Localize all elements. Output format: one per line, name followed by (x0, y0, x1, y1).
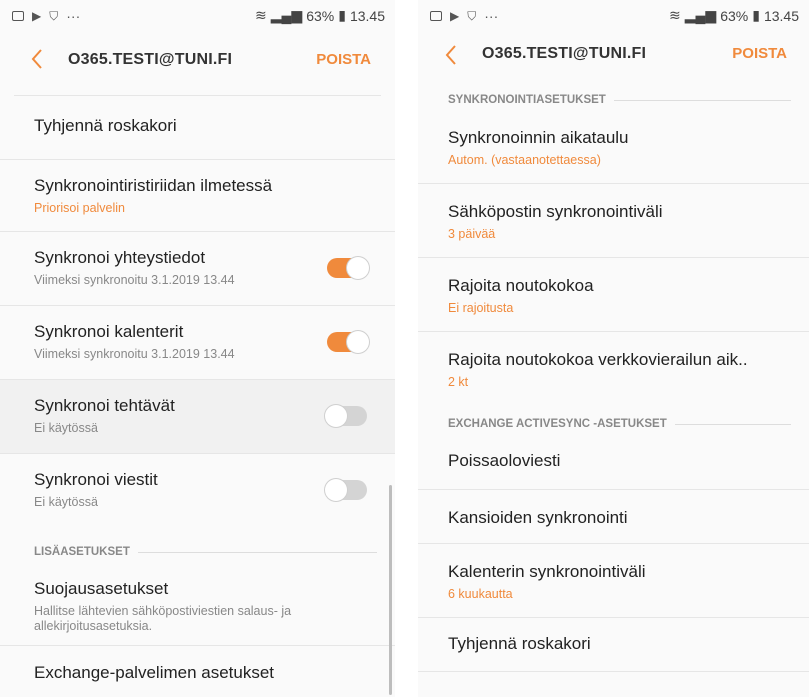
section-title: EXCHANGE ACTIVESYNC -ASETUKSET (448, 418, 667, 430)
item-subtitle: Ei käytössä (34, 421, 98, 435)
security-settings-item[interactable]: Suojausasetukset Hallitse lähtevien sähk… (0, 564, 395, 646)
email-sync-period-item[interactable]: Sähköpostin synkronointiväli 3 päivää (418, 184, 809, 258)
section-header-sync: SYNKRONOINTIASETUKSET (418, 78, 809, 110)
back-arrow-icon[interactable] (444, 44, 462, 66)
right-screen: ▶ ⛉ ··· ≋ ▂▄▆ 63% ▮ 13.45 O365.TESTI@TUN… (418, 0, 809, 697)
item-title: Sähköpostin synkronointiväli (448, 202, 663, 221)
sync-conflict-item[interactable]: Synkronointiristiriidan ilmetessä Priori… (0, 160, 395, 232)
limit-retrieval-size-roaming-item[interactable]: Rajoita noutokokoa verkkovierailun aik..… (418, 332, 809, 404)
item-title: Exchange-palvelimen asetukset (34, 663, 275, 682)
sync-messages-item[interactable]: Synkronoi viestit Ei käytössä (0, 454, 395, 526)
item-title: Kalenterin synkronointiväli (448, 562, 646, 581)
battery-percent: 63% (306, 7, 335, 24)
item-subtitle: Autom. (vastaanotettaessa) (448, 153, 601, 167)
section-title: SYNKRONOINTIASETUKSET (448, 94, 606, 106)
app-bar: O365.TESTI@TUNI.FI POISTA (418, 30, 809, 78)
gallery-icon (430, 11, 442, 21)
signal-icon: ▂▄▆ (270, 7, 303, 23)
shield-icon: ⛉ (49, 8, 59, 23)
play-store-icon: ▶ (32, 9, 42, 23)
gallery-icon (12, 11, 24, 21)
item-title: Tyhjennä roskakori (448, 634, 591, 653)
item-title: Synkronoi kalenterit (34, 322, 184, 341)
clock: 13.45 (763, 7, 799, 24)
item-title: Synkronoi viestit (34, 470, 158, 489)
settings-list: SYNKRONOINTIASETUKSET Synkronoinnin aika… (418, 78, 809, 672)
item-subtitle: Ei käytössä (34, 495, 98, 509)
status-bar: ▶ ⛉ ··· ≋ ▂▄▆ 63% ▮ 13.45 (418, 0, 809, 30)
sync-contacts-toggle[interactable] (327, 257, 369, 279)
wifi-icon: ≋ (255, 7, 267, 23)
item-title: Synkronoi yhteystiedot (34, 248, 206, 267)
play-store-icon: ▶ (450, 9, 460, 23)
item-title: Synkronointiristiriidan ilmetessä (34, 176, 273, 195)
clock: 13.45 (349, 7, 385, 24)
item-subtitle: Priorisoi palvelin (34, 201, 126, 215)
sync-calendars-item[interactable]: Synkronoi kalenterit Viimeksi synkronoit… (0, 306, 395, 380)
exchange-server-settings-item[interactable]: Exchange-palvelimen asetukset (0, 646, 395, 697)
scrollbar[interactable] (389, 485, 392, 695)
section-title: LISÄASETUKSET (34, 546, 130, 558)
item-subtitle: 3 päivää (448, 227, 496, 241)
item-title: Synkronoinnin aikataulu (448, 128, 629, 147)
empty-trash-item[interactable]: Tyhjennä roskakori (418, 618, 809, 672)
item-subtitle: Hallitse lähtevien sähköpostiviestien sa… (34, 604, 292, 633)
item-subtitle: Viimeksi synkronoitu 3.1.2019 13.44 (34, 273, 235, 287)
battery-percent: 63% (720, 7, 749, 24)
empty-trash-item[interactable]: Tyhjennä roskakori (0, 96, 395, 160)
calendar-sync-period-item[interactable]: Kalenterin synkronointiväli 6 kuukautta (418, 544, 809, 618)
folder-sync-item[interactable]: Kansioiden synkronointi (418, 490, 809, 544)
sync-contacts-item[interactable]: Synkronoi yhteystiedot Viimeksi synkrono… (0, 232, 395, 306)
account-title: O365.TESTI@TUNI.FI (68, 51, 233, 68)
delete-account-button[interactable]: POISTA (732, 45, 787, 62)
settings-list: Tyhjennä roskakori Synkronointiristiriid… (0, 88, 395, 697)
item-title: Rajoita noutokokoa (448, 276, 594, 295)
delete-account-button[interactable]: POISTA (316, 51, 371, 68)
back-arrow-icon[interactable] (30, 48, 48, 70)
item-title: Synkronoi tehtävät (34, 396, 175, 415)
battery-icon: ▮ (752, 7, 760, 23)
out-of-office-item[interactable]: Poissaoloviesti (418, 438, 809, 490)
signal-icon: ▂▄▆ (684, 7, 717, 23)
sync-calendars-toggle[interactable] (327, 331, 369, 353)
sync-messages-toggle[interactable] (325, 479, 367, 501)
item-title: Suojausasetukset (34, 579, 169, 598)
sync-tasks-toggle[interactable] (325, 405, 367, 427)
more-notifications: ··· (66, 8, 81, 24)
item-title: Tyhjennä roskakori (34, 116, 177, 135)
account-title: O365.TESTI@TUNI.FI (482, 45, 647, 62)
limit-retrieval-size-item[interactable]: Rajoita noutokokoa Ei rajoitusta (418, 258, 809, 332)
item-title: Poissaoloviesti (448, 451, 561, 470)
wifi-icon: ≋ (669, 7, 681, 23)
item-subtitle: 2 kt (448, 375, 469, 389)
item-subtitle: Ei rajoitusta (448, 301, 514, 315)
shield-icon: ⛉ (467, 8, 477, 23)
sync-tasks-item[interactable]: Synkronoi tehtävät Ei käytössä (0, 380, 395, 454)
section-header-exchange: EXCHANGE ACTIVESYNC -ASETUKSET (418, 404, 809, 438)
sync-schedule-item[interactable]: Synkronoinnin aikataulu Autom. (vastaano… (418, 110, 809, 184)
left-screen: ▶ ⛉ ··· ≋ ▂▄▆ 63% ▮ 13.45 O365.TESTI@TUN… (0, 0, 395, 697)
battery-icon: ▮ (338, 7, 346, 23)
item-title: Rajoita noutokokoa verkkovierailun aik.. (448, 350, 748, 369)
more-notifications: ··· (484, 8, 499, 24)
item-subtitle: Viimeksi synkronoitu 3.1.2019 13.44 (34, 347, 235, 361)
app-bar: O365.TESTI@TUNI.FI POISTA (0, 30, 395, 88)
item-title: Kansioiden synkronointi (448, 508, 628, 527)
status-bar: ▶ ⛉ ··· ≋ ▂▄▆ 63% ▮ 13.45 (0, 0, 395, 30)
item-subtitle: 6 kuukautta (448, 587, 513, 601)
section-header-additional: LISÄASETUKSET (0, 526, 395, 564)
